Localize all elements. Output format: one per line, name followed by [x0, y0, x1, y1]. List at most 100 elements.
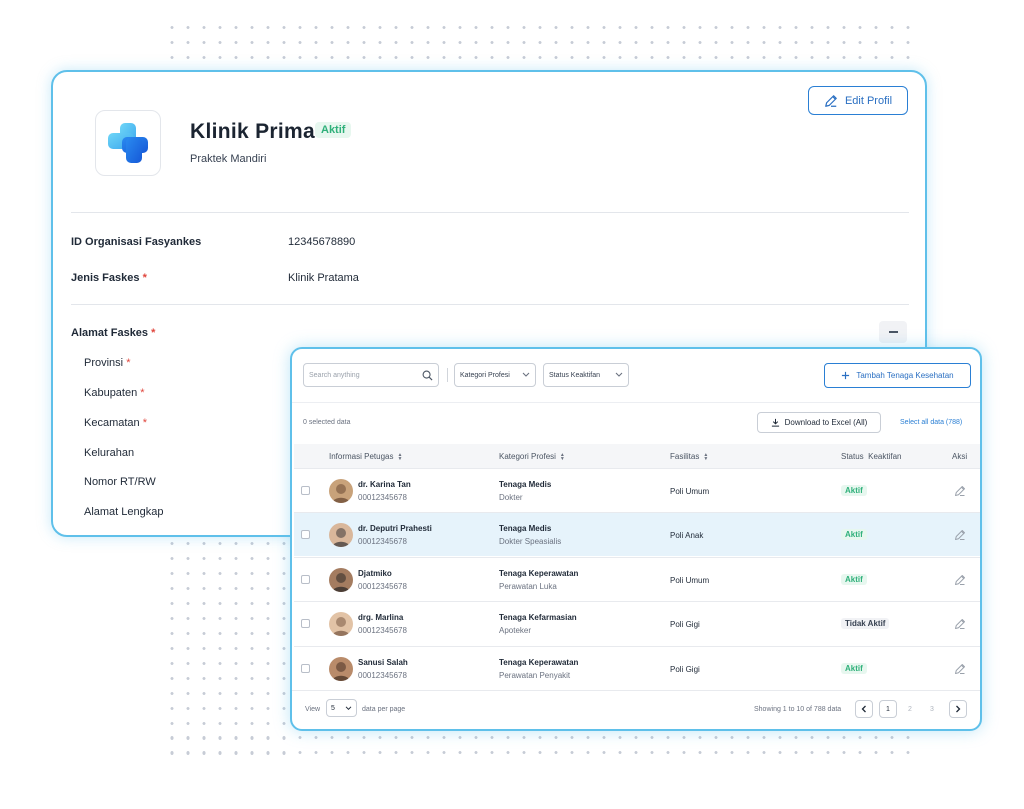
- facility: Poli Gigi: [670, 664, 700, 674]
- table-row[interactable]: drg. Marlina 00012345678 Tenaga Kefarmasia…: [294, 601, 980, 645]
- selected-count: 0 selected data: [303, 419, 351, 426]
- add-health-worker-button[interactable]: Tambah Tenaga Kesehatan: [824, 363, 971, 388]
- address-section-label: Alamat Faskes *: [71, 327, 156, 339]
- profession-category: Tenaga Keperawatan: [499, 568, 579, 578]
- staff-name: dr. Karina Tan: [358, 480, 411, 489]
- edit-row-button[interactable]: [954, 528, 966, 546]
- clinic-name: Klinik Prima: [190, 120, 315, 143]
- edit-profile-button[interactable]: Edit Profil: [808, 86, 908, 115]
- address-label-kecamatan: Kecamatan *: [84, 417, 147, 429]
- pencil-icon: [825, 94, 837, 107]
- facility: Poli Gigi: [670, 620, 700, 630]
- staff-name: dr. Deputri Prahesti: [358, 524, 432, 534]
- download-excel-button[interactable]: Download to Excel (All): [757, 412, 881, 433]
- filter-status-keaktifan[interactable]: Status Keaktifan: [543, 363, 629, 387]
- required-mark: *: [142, 272, 147, 284]
- pencil-icon: [955, 574, 965, 585]
- column-header-aksi: Aksi: [952, 452, 968, 461]
- collapse-address-button[interactable]: [879, 321, 907, 343]
- chevron-right-icon: [956, 705, 961, 713]
- chevron-down-icon: [615, 372, 623, 377]
- table-row[interactable]: Djatmiko 00012345678 Tenaga Keperawatan Per…: [294, 556, 980, 601]
- required-mark: *: [151, 327, 156, 339]
- column-header-informasi[interactable]: Informasi Petugas ▲ ▼: [329, 452, 402, 461]
- divider: [71, 212, 909, 213]
- profession-category: Tenaga Kefarmasian: [499, 613, 577, 623]
- page-button-2[interactable]: 2: [901, 700, 919, 718]
- avatar: [329, 479, 353, 503]
- edit-row-button[interactable]: [954, 573, 966, 591]
- prev-page-button[interactable]: [855, 700, 873, 718]
- column-header-kategori[interactable]: Kategori Profesi ▲ ▼: [499, 452, 565, 461]
- row-checkbox[interactable]: [301, 663, 310, 673]
- divider: [292, 690, 980, 691]
- staff-name: Sanusi Salah: [358, 657, 408, 667]
- profession-subcategory: Perawatan Luka: [499, 581, 557, 591]
- avatar-photo-icon: [329, 656, 353, 681]
- facility: Poli Anak: [670, 531, 704, 541]
- profession-category: Tenaga Medis: [499, 524, 552, 534]
- pencil-icon: [955, 486, 965, 496]
- table-row[interactable]: dr. Karina Tan 00012345678 Tenaga Medis Dok…: [294, 468, 980, 512]
- table-header: Informasi Petugas ▲ ▼ Kategori Profesi ▲ ▼ F…: [294, 444, 980, 468]
- page-button-1[interactable]: 1: [879, 700, 897, 718]
- next-page-button[interactable]: [949, 700, 967, 718]
- staff-id: 00012345678: [358, 626, 407, 636]
- status-badge: Aktif: [841, 573, 867, 585]
- dot-pattern-bottom: [164, 730, 912, 766]
- field-value-jenis-faskes: Klinik Pratama: [288, 272, 359, 284]
- sort-icon: ▲ ▼: [397, 451, 403, 462]
- edit-row-button[interactable]: [954, 617, 966, 635]
- address-label-provinsi: Provinsi *: [84, 357, 131, 369]
- staff-table-panel: Search anything Kategori Profesi Status …: [290, 347, 982, 731]
- divider: [71, 304, 909, 305]
- field-label-id-organisasi: ID Organisasi Fasyankes: [71, 236, 202, 248]
- profession-subcategory: Perawatan Penyakit: [499, 670, 571, 680]
- avatar-photo-icon: [329, 612, 353, 637]
- table-row[interactable]: Sanusi Salah 00012345678 Tenaga Keperawata…: [294, 645, 980, 690]
- pencil-icon: [955, 530, 965, 541]
- edit-profile-label: Edit Profil: [844, 94, 893, 107]
- staff-name: drg. Marlina: [358, 613, 404, 623]
- row-checkbox[interactable]: [301, 530, 310, 540]
- per-page-select[interactable]: 5: [326, 699, 357, 717]
- chevron-down-icon: [522, 372, 530, 377]
- avatar: [329, 567, 353, 592]
- clinic-logo-icon: [108, 123, 148, 163]
- profession-category: Tenaga Keperawatan: [499, 657, 579, 667]
- download-icon: [771, 418, 779, 427]
- avatar: [329, 523, 353, 548]
- divider: [292, 402, 980, 403]
- avatar-photo-icon: [329, 479, 353, 503]
- edit-row-button[interactable]: [954, 484, 966, 502]
- avatar-photo-icon: [329, 523, 353, 548]
- search-input[interactable]: Search anything: [303, 363, 439, 387]
- field-label-jenis-faskes: Jenis Faskes *: [71, 272, 147, 284]
- staff-id: 00012345678: [358, 670, 407, 680]
- page-button-3[interactable]: 3: [923, 700, 941, 718]
- dot-pattern-top: [164, 20, 912, 70]
- table-row[interactable]: dr. Deputri Prahesti 00012345678 Tenaga Me…: [294, 512, 980, 557]
- address-label-alamat-lengkap: Alamat Lengkap: [84, 506, 164, 518]
- column-header-status: Status Keaktifan: [841, 452, 902, 461]
- row-checkbox[interactable]: [301, 486, 310, 495]
- row-checkbox[interactable]: [301, 619, 310, 629]
- address-label-rt-rw: Nomor RT/RW: [84, 476, 156, 488]
- clinic-type: Praktek Mandiri: [190, 153, 267, 165]
- facility: Poli Umum: [670, 487, 710, 496]
- select-all-link[interactable]: Select all data (788): [900, 419, 962, 426]
- status-badge: Tidak Aktif: [841, 618, 890, 630]
- edit-row-button[interactable]: [954, 662, 966, 680]
- minus-icon: [888, 331, 898, 333]
- search-icon: [422, 370, 433, 381]
- avatar: [329, 656, 353, 681]
- row-checkbox[interactable]: [301, 574, 310, 584]
- status-badge: Aktif: [841, 485, 867, 496]
- staff-id: 00012345678: [358, 537, 407, 547]
- profession-subcategory: Apoteker: [499, 626, 532, 636]
- filter-kategori-profesi[interactable]: Kategori Profesi: [454, 363, 536, 387]
- sort-icon: ▲ ▼: [703, 451, 709, 462]
- pencil-icon: [955, 663, 965, 674]
- column-header-fasilitas[interactable]: Fasilitas ▲ ▼: [670, 452, 708, 461]
- profession-category: Tenaga Medis: [499, 480, 552, 489]
